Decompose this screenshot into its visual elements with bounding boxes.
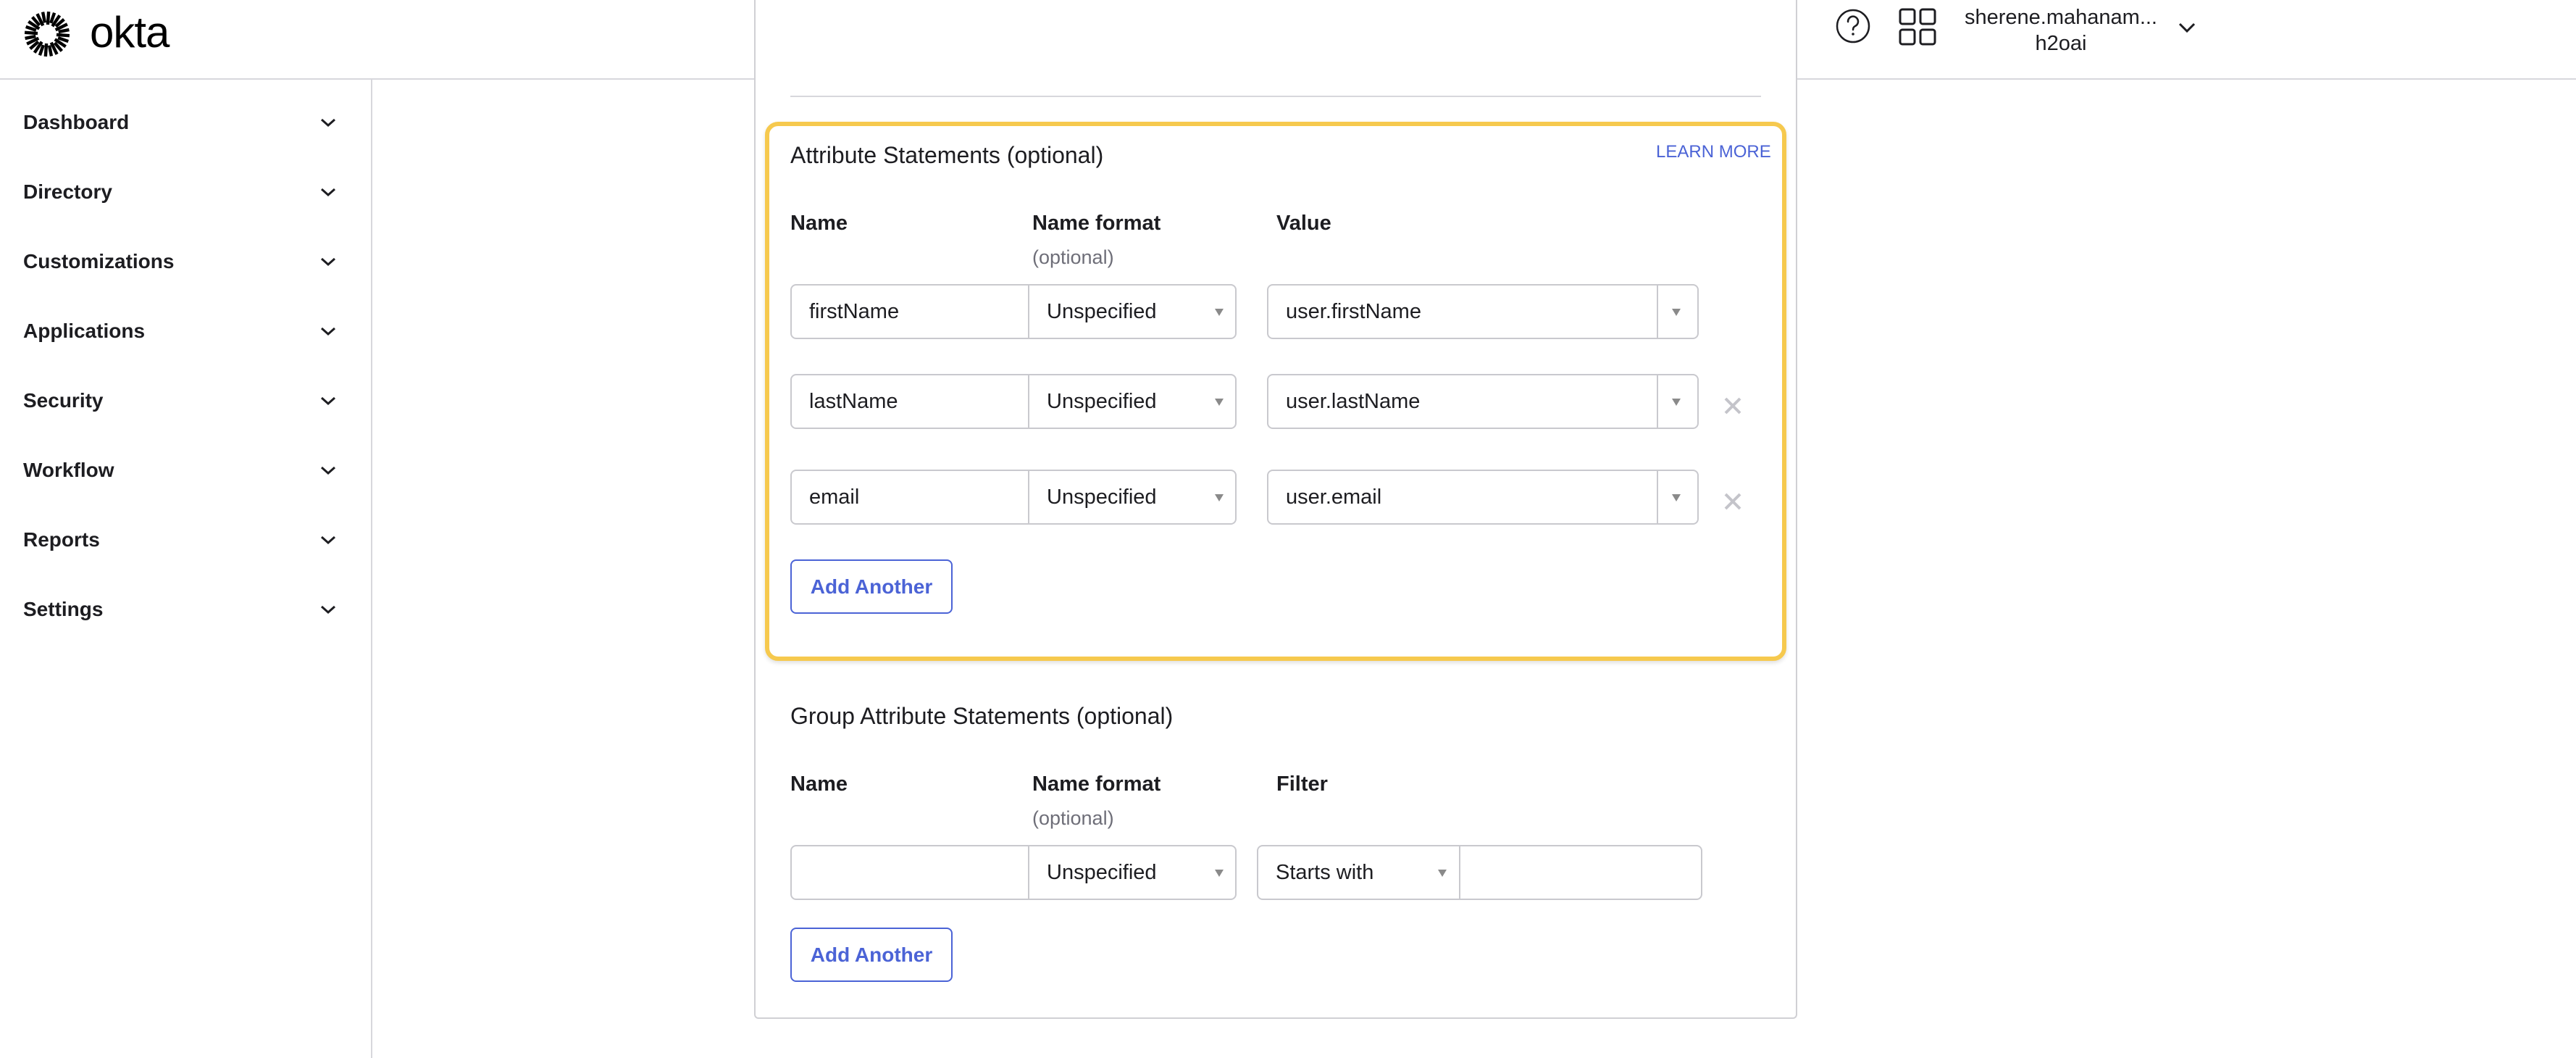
combobox-divider [1657, 286, 1658, 338]
group-attribute-name-input[interactable] [790, 845, 1029, 900]
sidebar-nav: Dashboard Directory Customizations Appli… [0, 80, 372, 1058]
sidebar-item-label: Directory [23, 180, 112, 203]
group-filter-value-field[interactable] [1460, 846, 1701, 899]
sidebar-item-dashboard[interactable]: Dashboard [0, 93, 369, 151]
caret-down-icon[interactable] [1672, 494, 1681, 501]
chevron-down-icon [321, 396, 335, 406]
attribute-statements-title: Attribute Statements (optional) [790, 142, 1104, 168]
logo-ray [43, 43, 49, 57]
logo-ray [24, 30, 38, 36]
sidebar-item-directory[interactable]: Directory [0, 163, 369, 221]
sidebar-item-reports[interactable]: Reports [0, 511, 369, 569]
attribute-name-format-select[interactable]: Unspecified [1028, 284, 1237, 339]
sidebar-item-label: Security [23, 389, 104, 412]
add-group-attribute-button[interactable]: Add Another [790, 928, 953, 982]
logo-ray [46, 11, 51, 25]
attribute-name-input[interactable] [790, 470, 1029, 525]
logo-ray [56, 33, 70, 38]
chevron-down-icon[interactable] [2176, 19, 2198, 36]
caret-down-icon [1215, 309, 1224, 316]
remove-row-icon[interactable] [1723, 491, 1743, 512]
group-filter-operator-select[interactable]: Starts with [1257, 845, 1460, 900]
select-value: Unspecified [1047, 861, 1157, 884]
chevron-down-icon [321, 536, 335, 545]
sidebar-item-applications[interactable]: Applications [0, 302, 369, 360]
chevron-down-icon [321, 327, 335, 336]
select-value: Unspecified [1047, 390, 1157, 413]
caret-down-icon[interactable] [1672, 399, 1681, 406]
add-attribute-button[interactable]: Add Another [790, 559, 953, 614]
sidebar-item-label: Applications [23, 320, 146, 342]
select-value: Starts with [1276, 861, 1374, 884]
caret-down-icon [1215, 399, 1224, 406]
chevron-down-icon [321, 605, 335, 615]
attribute-value-combobox[interactable] [1267, 374, 1699, 429]
chevron-down-icon [321, 118, 335, 128]
column-header-name: Name [790, 212, 848, 235]
attribute-value-combobox[interactable] [1267, 284, 1699, 339]
combobox-divider [1657, 375, 1658, 428]
caret-down-icon[interactable] [1672, 309, 1681, 316]
attribute-name-format-select[interactable]: Unspecified [1028, 470, 1237, 525]
sidebar-item-label: Settings [23, 598, 104, 620]
column-header-value: Value [1276, 212, 1331, 235]
attribute-name-input[interactable] [790, 284, 1029, 339]
org-name: h2oai [2035, 32, 2087, 55]
combobox-divider [1657, 471, 1658, 523]
help-icon[interactable] [1834, 7, 1872, 45]
attribute-value-field[interactable] [1268, 286, 1657, 338]
select-value: Unspecified [1047, 300, 1157, 323]
column-header-name-format: Name format [1032, 212, 1161, 235]
group-attribute-name-field[interactable] [792, 846, 1028, 899]
sidebar-item-settings[interactable]: Settings [0, 580, 369, 638]
chevron-down-icon [321, 188, 335, 197]
attribute-value-field[interactable] [1268, 471, 1657, 523]
group-attribute-statements-title: Group Attribute Statements (optional) [790, 703, 1174, 729]
chevron-down-icon [321, 257, 335, 267]
sidebar-item-label: Reports [23, 528, 100, 551]
attribute-name-field[interactable] [792, 286, 1028, 338]
sidebar-item-workflow[interactable]: Workflow [0, 441, 369, 499]
caret-down-icon [1438, 870, 1447, 877]
chevron-down-icon [321, 466, 335, 475]
section-divider [790, 96, 1761, 97]
column-header-filter: Filter [1276, 772, 1328, 796]
sidebar-item-label: Customizations [23, 250, 175, 272]
attribute-name-field[interactable] [792, 471, 1028, 523]
attribute-name-format-select[interactable]: Unspecified [1028, 374, 1237, 429]
okta-logo-icon[interactable] [22, 9, 72, 59]
user-name: sherene.mahanam... [1965, 6, 2157, 29]
caret-down-icon [1215, 870, 1224, 877]
column-subheader-optional: (optional) [1032, 246, 1114, 268]
apps-grid-icon[interactable] [1898, 7, 1937, 46]
attribute-name-field[interactable] [792, 375, 1028, 428]
remove-row-icon[interactable] [1723, 396, 1743, 416]
column-subheader-optional: (optional) [1032, 807, 1114, 829]
group-filter-value-input[interactable] [1459, 845, 1702, 900]
sidebar-item-label: Workflow [23, 459, 114, 481]
sidebar-item-label: Dashboard [23, 111, 130, 133]
user-menu[interactable]: sherene.mahanam... h2oai [1956, 4, 2166, 57]
column-header-name: Name [790, 772, 848, 796]
attribute-value-field[interactable] [1268, 375, 1657, 428]
attribute-name-input[interactable] [790, 374, 1029, 429]
okta-logo-text[interactable]: okta [90, 7, 170, 58]
caret-down-icon [1215, 494, 1224, 501]
select-value: Unspecified [1047, 486, 1157, 509]
sidebar-item-security[interactable]: Security [0, 372, 369, 430]
group-name-format-select[interactable]: Unspecified [1028, 845, 1237, 900]
attribute-value-combobox[interactable] [1267, 470, 1699, 525]
learn-more-link[interactable]: LEARN MORE [1656, 142, 1771, 162]
column-header-name-format: Name format [1032, 772, 1161, 796]
sidebar-item-customizations[interactable]: Customizations [0, 233, 369, 291]
